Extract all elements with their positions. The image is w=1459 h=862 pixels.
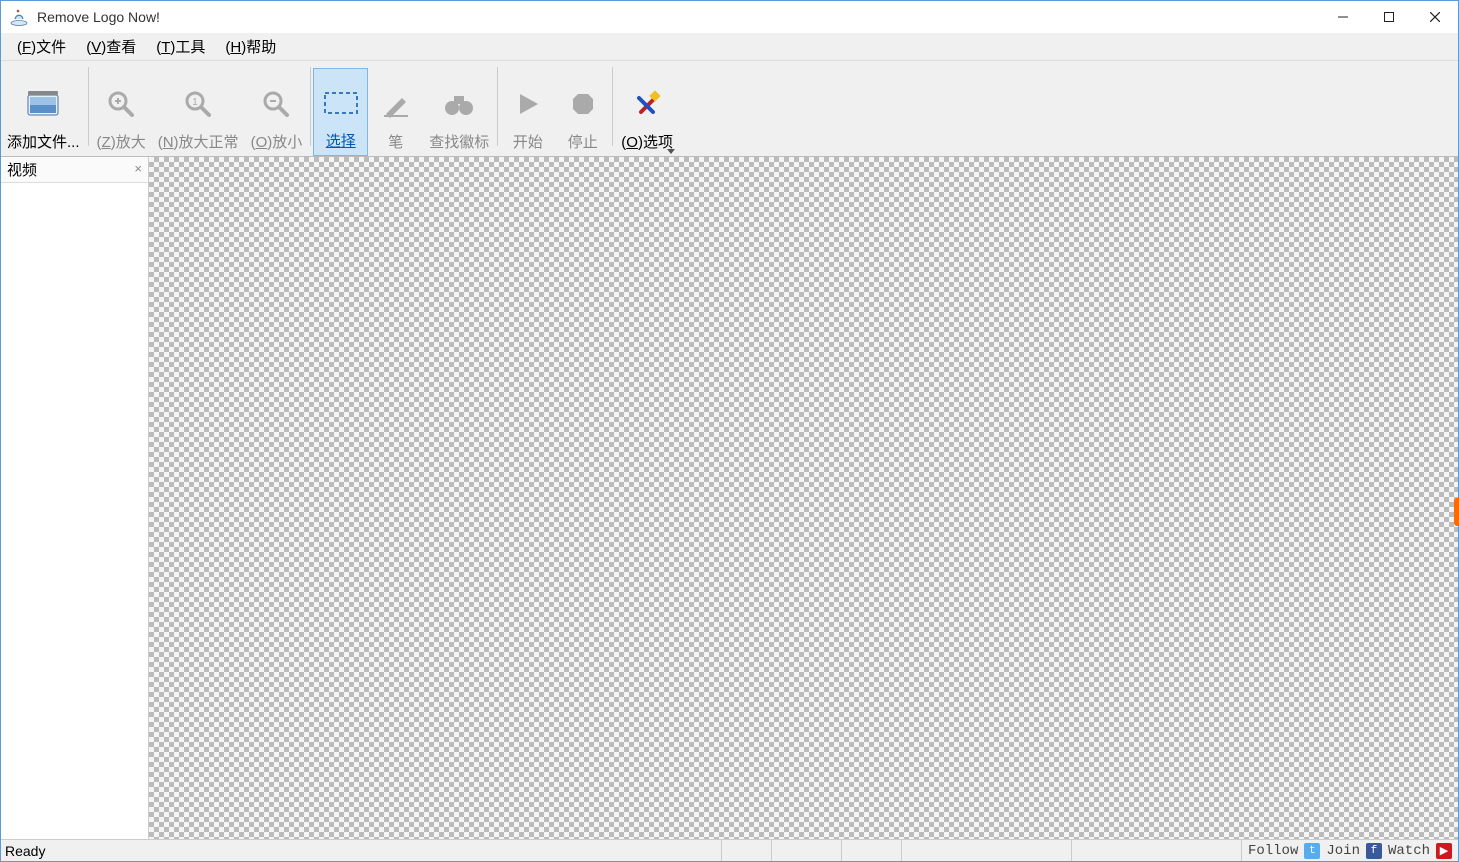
- toolbar-label: 添加文件...: [7, 134, 80, 152]
- toolbar-label: (N)放大正常: [158, 134, 239, 152]
- toolbar-label: (O)选项: [621, 134, 673, 152]
- side-tab-video[interactable]: 视频 ×: [1, 157, 148, 183]
- content-area: 视频 ×: [1, 157, 1458, 839]
- toolbar-label: 查找徽标: [429, 134, 489, 152]
- stop-button[interactable]: 停止: [555, 68, 610, 156]
- status-cell: [1071, 840, 1241, 861]
- svg-text:1: 1: [192, 97, 198, 108]
- zoom-normal-button[interactable]: 1 (N)放大正常: [152, 68, 245, 156]
- toolbar-label: 选择: [326, 133, 356, 151]
- toolbar-label: (O)放小: [251, 134, 303, 152]
- zoom-normal-icon: 1: [184, 84, 212, 124]
- toolbar: 添加文件... (Z)放大 1 (N)放大正常 (O)放小: [1, 61, 1458, 157]
- status-cell: [841, 840, 901, 861]
- select-tool-button[interactable]: 选择: [313, 68, 368, 156]
- twitter-icon[interactable]: t: [1304, 843, 1320, 859]
- menu-help[interactable]: (H)帮助: [215, 34, 286, 59]
- minimize-button[interactable]: [1320, 1, 1366, 33]
- status-bar: Ready Follow t Join f Watch ▶: [1, 839, 1458, 861]
- close-icon[interactable]: ×: [134, 161, 142, 176]
- menu-view[interactable]: (V)查看: [76, 34, 146, 59]
- menu-file[interactable]: (F)文件: [7, 34, 76, 59]
- toolbar-label: 停止: [568, 134, 598, 152]
- status-ready: Ready: [1, 840, 51, 861]
- stop-icon: [571, 84, 595, 124]
- play-icon: [516, 84, 540, 124]
- find-logo-button[interactable]: 查找徽标: [423, 68, 495, 156]
- pen-tool-button[interactable]: 笔: [368, 68, 423, 156]
- menu-bar: (F)文件 (V)查看 (T)工具 (H)帮助: [1, 33, 1458, 61]
- options-button[interactable]: (O)选项: [615, 68, 679, 156]
- social-links: Follow t Join f Watch ▶: [1241, 840, 1458, 861]
- title-bar: Remove Logo Now!: [1, 1, 1458, 33]
- window-title: Remove Logo Now!: [37, 9, 160, 25]
- toolbar-label: 开始: [513, 134, 543, 152]
- toolbar-label: 笔: [388, 134, 403, 152]
- menu-tools[interactable]: (T)工具: [146, 34, 215, 59]
- join-link[interactable]: Join: [1326, 843, 1360, 859]
- side-panel: 视频 ×: [1, 157, 149, 839]
- facebook-icon[interactable]: f: [1366, 843, 1382, 859]
- toolbar-label: (Z)放大: [97, 134, 146, 152]
- canvas-viewport[interactable]: [149, 157, 1458, 839]
- youtube-icon[interactable]: ▶: [1436, 843, 1452, 859]
- options-dropdown-caret[interactable]: [667, 149, 675, 154]
- zoom-out-icon: [262, 84, 290, 124]
- zoom-in-icon: [107, 84, 135, 124]
- app-icon: [9, 7, 29, 27]
- window-controls: [1320, 1, 1458, 33]
- close-button[interactable]: [1412, 1, 1458, 33]
- side-panel-body: [1, 183, 148, 839]
- add-files-button[interactable]: 添加文件...: [1, 68, 86, 156]
- maximize-button[interactable]: [1366, 1, 1412, 33]
- add-files-icon: [26, 84, 60, 124]
- status-cell: [771, 840, 841, 861]
- status-cell: [721, 840, 771, 861]
- pen-icon: [382, 84, 410, 124]
- select-rect-icon: [322, 83, 360, 123]
- options-icon: [633, 84, 661, 124]
- status-cell: [901, 840, 1071, 861]
- start-button[interactable]: 开始: [500, 68, 555, 156]
- zoom-in-button[interactable]: (Z)放大: [91, 68, 152, 156]
- follow-link[interactable]: Follow: [1248, 843, 1298, 859]
- zoom-out-button[interactable]: (O)放小: [245, 68, 309, 156]
- side-tab-label: 视频: [7, 159, 37, 180]
- watch-link[interactable]: Watch: [1388, 843, 1430, 859]
- binoculars-icon: [443, 84, 475, 124]
